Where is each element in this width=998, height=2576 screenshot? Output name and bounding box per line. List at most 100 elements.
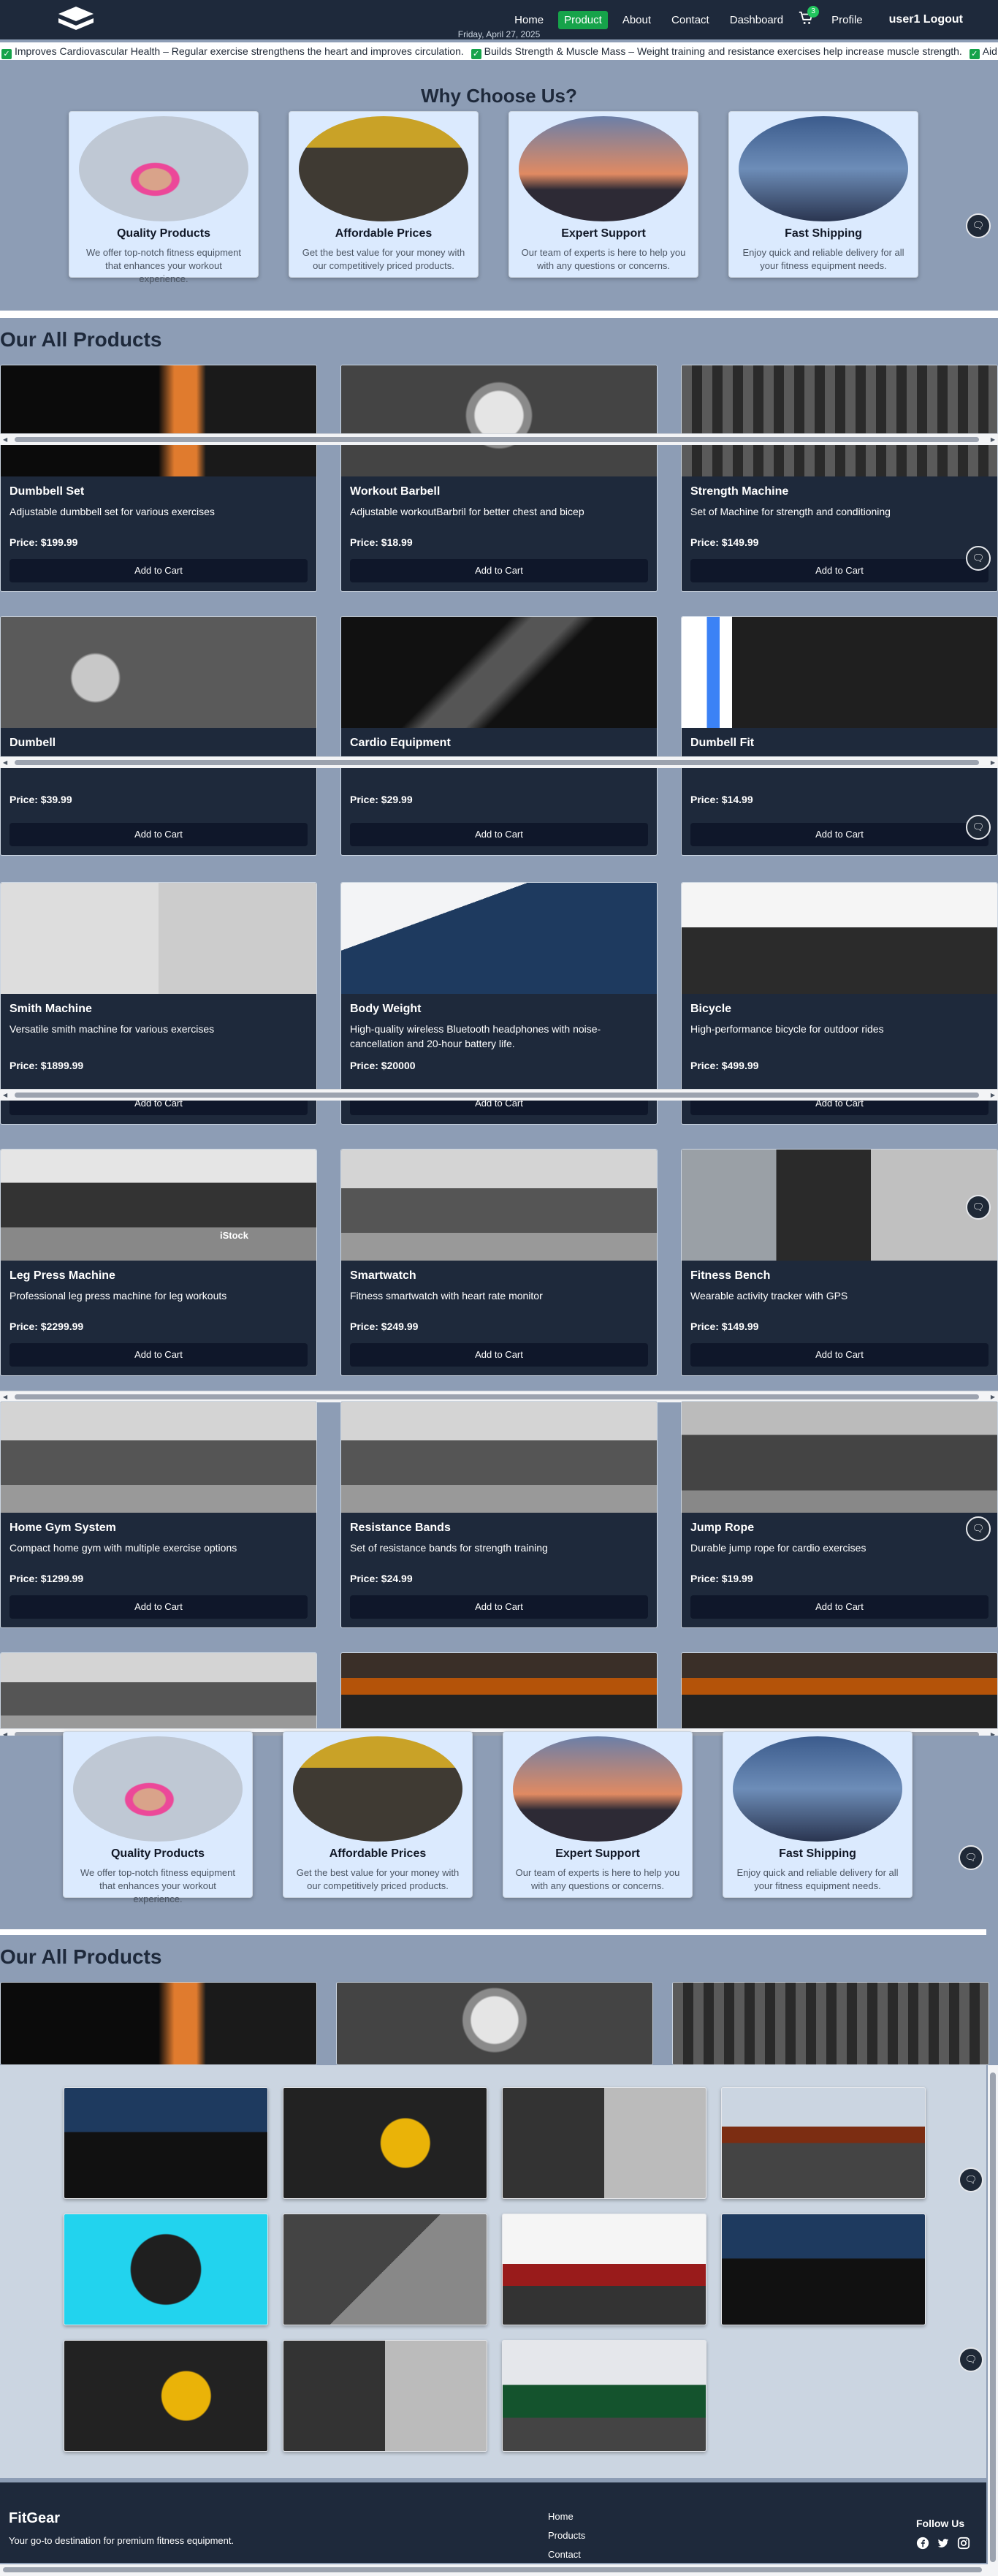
check-icon: ✓ <box>471 49 481 59</box>
product-card: iStock Leg Press Machine Professional le… <box>0 1149 317 1376</box>
product-image <box>341 883 657 994</box>
product-image <box>341 365 657 476</box>
why-choose-section-repeat: Quality Products We offer top-notch fitn… <box>0 1731 998 1929</box>
product-card: Smartwatch Fitness smartwatch with heart… <box>340 1149 658 1376</box>
horizontal-scrollbar[interactable]: ◀ ▶ <box>0 756 998 768</box>
product-image <box>341 1653 657 1735</box>
gallery-image[interactable] <box>283 2340 487 2452</box>
gallery-image[interactable] <box>64 2087 268 2199</box>
feature-text: We offer top-notch fitness equipment tha… <box>86 247 241 284</box>
check-icon: ✓ <box>1 49 12 59</box>
feature-card: Quality Products We offer top-notch fitn… <box>63 1731 253 1904</box>
add-to-cart-button[interactable]: Add to Cart <box>350 559 648 582</box>
product-desc: Adjustable workoutBarbril for better che… <box>350 506 584 517</box>
page-horizontal-scrollbar[interactable] <box>0 2564 998 2576</box>
product-price: Price: $149.99 <box>690 1321 759 1332</box>
horizontal-scrollbar[interactable]: ◀ ▶ <box>0 433 998 445</box>
feature-title: Expert Support <box>561 227 646 240</box>
product-card <box>340 1652 658 1736</box>
add-to-cart-button[interactable]: Add to Cart <box>350 1595 648 1619</box>
footer-link-contact[interactable]: Contact <box>548 2545 585 2564</box>
feature-image <box>513 1736 682 1842</box>
instagram-icon[interactable] <box>957 2537 970 2550</box>
horizontal-scrollbar[interactable]: ◀ ▶ <box>0 1089 998 1101</box>
product-image <box>341 1150 657 1261</box>
ticker-item: Aid <box>982 45 997 57</box>
product-price: Price: $1899.99 <box>9 1060 84 1071</box>
feature-image <box>293 1736 462 1842</box>
gallery-image[interactable] <box>721 2214 926 2325</box>
footer-link-products[interactable]: Products <box>548 2526 585 2545</box>
product-name: Bicycle <box>690 1003 732 1015</box>
section-title: Why Choose Us? <box>421 85 577 107</box>
gallery-image[interactable] <box>502 2214 706 2325</box>
nav-contact[interactable]: Contact <box>666 11 715 29</box>
chat-fab-button[interactable]: 🗨 <box>966 815 991 840</box>
add-to-cart-button[interactable]: Add to Cart <box>9 823 308 846</box>
nav-product[interactable]: Product <box>558 10 608 29</box>
gallery-image[interactable] <box>283 2214 487 2325</box>
social-icons <box>916 2537 970 2550</box>
facebook-icon[interactable] <box>916 2537 929 2550</box>
add-to-cart-button[interactable]: Add to Cart <box>690 559 989 582</box>
product-price: Price: $29.99 <box>350 794 413 805</box>
product-name: Fitness Bench <box>690 1269 771 1282</box>
ticker-item: Builds Strength & Muscle Mass – Weight t… <box>484 45 962 57</box>
gallery-image[interactable] <box>721 2087 926 2199</box>
feature-card: Affordable Prices Get the best value for… <box>289 111 479 278</box>
product-name: Body Weight <box>350 1003 422 1015</box>
product-price: Price: $249.99 <box>350 1321 419 1332</box>
product-name: Dumbell Fit <box>690 737 755 749</box>
product-name: Cardio Equipment <box>350 737 451 749</box>
gallery-image[interactable] <box>502 2340 706 2452</box>
feature-title: Quality Products <box>116 227 211 240</box>
nav-home[interactable]: Home <box>508 11 549 29</box>
feature-image <box>73 1736 243 1842</box>
nav-about[interactable]: About <box>617 11 657 29</box>
add-to-cart-button[interactable]: Add to Cart <box>9 1595 308 1619</box>
product-image <box>341 1402 657 1513</box>
product-card: Dumbbell Set Adjustable dumbbell set for… <box>0 365 317 592</box>
add-to-cart-button[interactable]: Add to Cart <box>690 1343 989 1367</box>
add-to-cart-button[interactable]: Add to Cart <box>350 823 648 846</box>
chat-fab-button[interactable]: 🗨 <box>966 1195 991 1220</box>
nav-dashboard[interactable]: Dashboard <box>724 11 789 29</box>
product-card: Cardio Equipment Price: $29.99 Add to Ca… <box>340 616 658 856</box>
add-to-cart-button[interactable]: Add to Cart <box>690 1595 989 1619</box>
gallery-image[interactable] <box>283 2087 487 2199</box>
user-logout-link[interactable]: user1 Logout <box>883 10 969 29</box>
chat-fab-button[interactable]: 🗨 <box>966 546 991 571</box>
product-image <box>341 617 657 728</box>
gallery-image[interactable] <box>502 2087 706 2199</box>
product-card <box>0 1982 317 2065</box>
feature-card: Affordable Prices Get the best value for… <box>283 1731 473 1898</box>
footer-link-home[interactable]: Home <box>548 2507 585 2526</box>
feature-title: Quality Products <box>110 1847 205 1860</box>
product-card: Fitness Bench Wearable activity tracker … <box>681 1149 998 1376</box>
twitter-icon[interactable] <box>937 2537 950 2550</box>
date-text: Friday, April 27, 2025 <box>457 29 541 39</box>
add-to-cart-button[interactable]: Add to Cart <box>690 823 989 846</box>
product-image <box>1 883 316 994</box>
chat-fab-button[interactable]: 🗨 <box>966 1516 991 1541</box>
chat-fab-button[interactable]: 🗨 <box>959 1845 983 1870</box>
vertical-scrollbar[interactable] <box>988 2065 998 2576</box>
gallery-image[interactable] <box>64 2214 268 2325</box>
product-card <box>336 1982 653 2065</box>
gallery-image[interactable] <box>64 2340 268 2452</box>
products-section: Our All Products Dumbbell Set Adjustable… <box>0 311 998 1736</box>
add-to-cart-button[interactable]: Add to Cart <box>350 1343 648 1367</box>
add-to-cart-button[interactable]: Add to Cart <box>9 1343 308 1367</box>
product-desc: Durable jump rope for cardio exercises <box>690 1542 866 1554</box>
chat-fab-button[interactable]: 🗨 <box>959 2347 983 2372</box>
chat-fab-button[interactable]: 🗨 <box>966 213 991 238</box>
check-icon: ✓ <box>969 49 980 59</box>
feature-title: Fast Shipping <box>779 1847 856 1860</box>
site-footer: FitGear Your go-to destination for premi… <box>0 2482 986 2563</box>
nav-profile[interactable]: Profile <box>826 11 869 29</box>
cart-button[interactable]: 3 <box>798 6 820 29</box>
chat-fab-button[interactable]: 🗨 <box>959 2167 983 2192</box>
product-image <box>682 1653 997 1735</box>
product-image <box>1 1653 316 1735</box>
add-to-cart-button[interactable]: Add to Cart <box>9 559 308 582</box>
